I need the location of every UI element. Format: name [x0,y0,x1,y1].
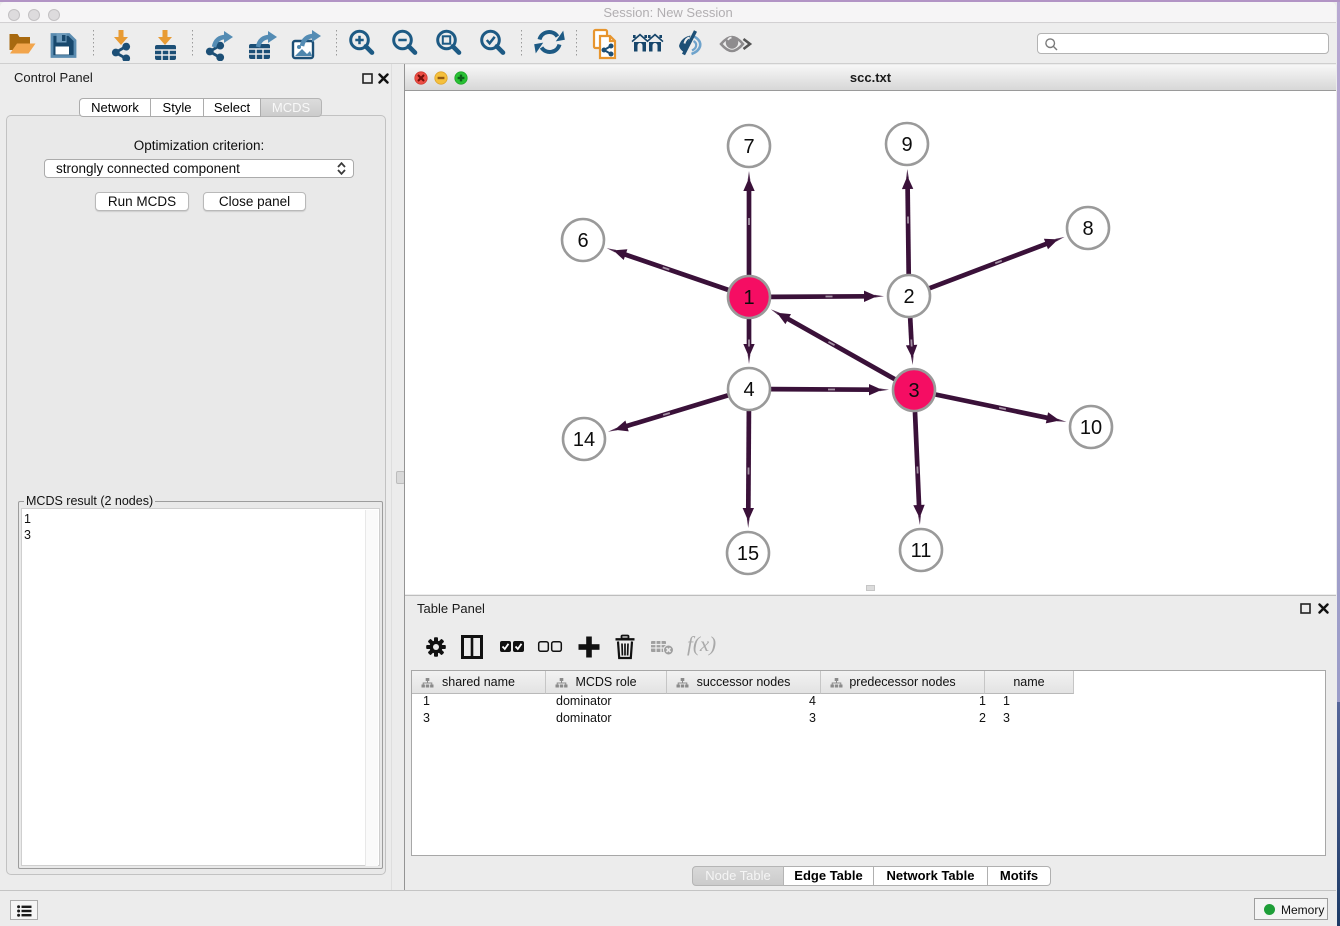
svg-text:1: 1 [743,287,754,309]
svg-text:9: 9 [901,134,912,156]
svg-text:10: 10 [1080,417,1102,439]
svg-text:8: 8 [1082,218,1093,240]
svg-text:7: 7 [743,136,754,158]
svg-text:15: 15 [737,543,759,565]
svg-text:6: 6 [577,230,588,252]
svg-text:11: 11 [911,540,932,562]
svg-text:2: 2 [903,286,914,308]
svg-text:4: 4 [743,379,754,401]
svg-text:14: 14 [573,429,595,451]
svg-text:3: 3 [908,380,919,402]
